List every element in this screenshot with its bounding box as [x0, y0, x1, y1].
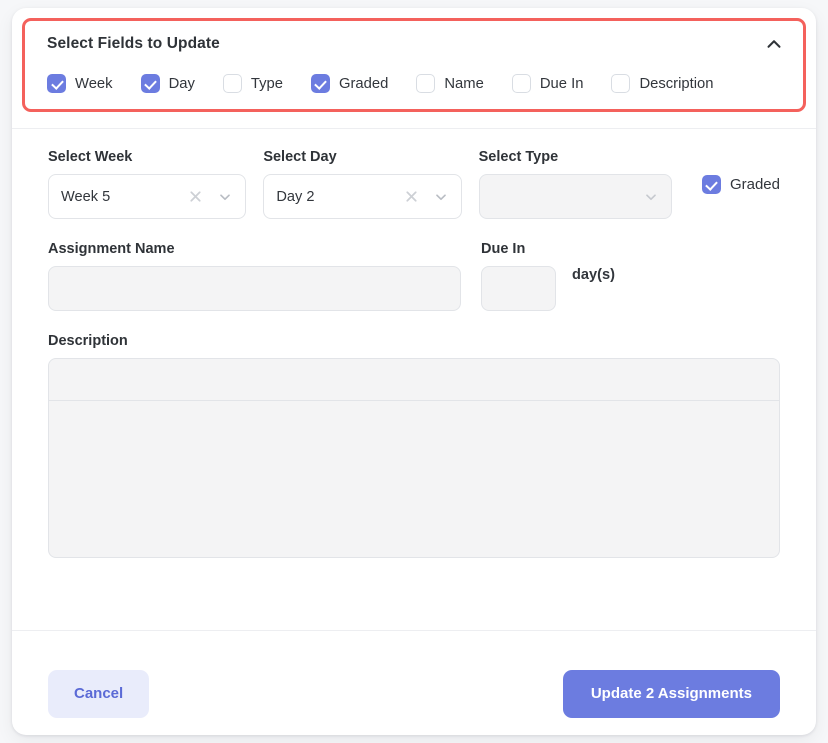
field-checkbox-type[interactable]: Type: [222, 74, 283, 93]
field-checkbox-description[interactable]: Description: [611, 74, 713, 93]
field-checkbox-label: Name: [444, 75, 484, 92]
week-field: Select Week Week 5: [48, 149, 247, 219]
update-assignments-button[interactable]: Update 2 Assignments: [562, 669, 780, 718]
field-checkbox-day[interactable]: Day: [140, 74, 195, 93]
cancel-button[interactable]: Cancel: [48, 669, 150, 718]
assignment-name-input[interactable]: [48, 266, 461, 311]
assignment-name-label: Assignment Name: [48, 241, 175, 257]
field-checkbox-due-in[interactable]: Due In: [511, 74, 584, 93]
due-in-input[interactable]: [481, 266, 556, 311]
due-in-field: Due In: [481, 241, 556, 311]
field-checkbox-week[interactable]: Week: [47, 74, 113, 93]
field-checkbox-label: Graded: [338, 75, 389, 92]
description-label: Description: [48, 333, 128, 349]
field-checkbox-label: Week: [75, 75, 113, 92]
chevron-down-icon[interactable]: [433, 189, 449, 205]
chevron-up-icon[interactable]: [763, 33, 785, 55]
close-x-icon[interactable]: [404, 189, 419, 204]
modal-footer: Cancel Update 2 Assignments: [12, 630, 816, 735]
chevron-down-icon[interactable]: [643, 189, 659, 205]
field-checkbox-label: Due In: [539, 75, 584, 92]
checkbox-checked-icon[interactable]: [701, 175, 721, 194]
panel-spacer: [12, 112, 816, 128]
panel-title: Select Fields to Update: [47, 35, 220, 52]
checkbox-unchecked-icon[interactable]: [416, 74, 436, 93]
checkbox-checked-icon[interactable]: [140, 74, 160, 93]
assignment-name-field: Assignment Name: [48, 241, 461, 311]
checkbox-unchecked-icon[interactable]: [611, 74, 631, 93]
checkbox-unchecked-icon[interactable]: [511, 74, 531, 93]
checkbox-checked-icon[interactable]: [310, 74, 330, 93]
checkbox-checked-icon[interactable]: [47, 74, 66, 93]
form-body: Select Week Week 5 Select Day Day 2 Sele…: [12, 129, 816, 630]
checkbox-unchecked-icon[interactable]: [222, 74, 242, 93]
name-duein-row: Assignment Name Due In day(s): [48, 241, 780, 311]
chevron-down-icon[interactable]: [217, 189, 233, 205]
day-label: Select Day: [263, 149, 337, 165]
type-label: Select Type: [478, 149, 559, 165]
field-checkbox-graded[interactable]: Graded: [310, 74, 389, 93]
field-checkbox-label: Day: [168, 75, 195, 92]
graded-checkbox[interactable]: Graded: [701, 175, 780, 194]
select-fields-header[interactable]: Select Fields to Update: [47, 35, 785, 55]
selectors-row: Select Week Week 5 Select Day Day 2 Sele…: [48, 149, 780, 219]
day-field: Select Day Day 2: [263, 149, 462, 219]
week-select[interactable]: Week 5: [48, 174, 247, 219]
field-checkbox-label: Type: [250, 75, 283, 92]
select-fields-panel: Select Fields to Update Week Day Type Gr…: [22, 18, 806, 112]
day-select[interactable]: Day 2: [263, 174, 462, 219]
day-value: Day 2: [276, 188, 315, 205]
type-select[interactable]: [478, 174, 672, 219]
week-value: Week 5: [61, 188, 111, 205]
due-in-unit-label: day(s): [572, 267, 615, 283]
description-textarea[interactable]: [49, 401, 779, 557]
bulk-update-modal: Select Fields to Update Week Day Type Gr…: [12, 8, 816, 735]
description-toolbar[interactable]: [49, 359, 779, 401]
description-editor[interactable]: [48, 358, 780, 558]
field-checkbox-name[interactable]: Name: [416, 74, 484, 93]
graded-label: Graded: [729, 176, 780, 193]
due-in-label: Due In: [481, 241, 526, 257]
field-checkbox-row: Week Day Type Graded Name Due In Descrip…: [47, 74, 785, 93]
close-x-icon[interactable]: [188, 189, 203, 204]
week-label: Select Week: [48, 149, 133, 165]
type-field: Select Type: [478, 149, 672, 219]
description-field: Description: [48, 333, 780, 558]
field-checkbox-label: Description: [639, 75, 714, 92]
